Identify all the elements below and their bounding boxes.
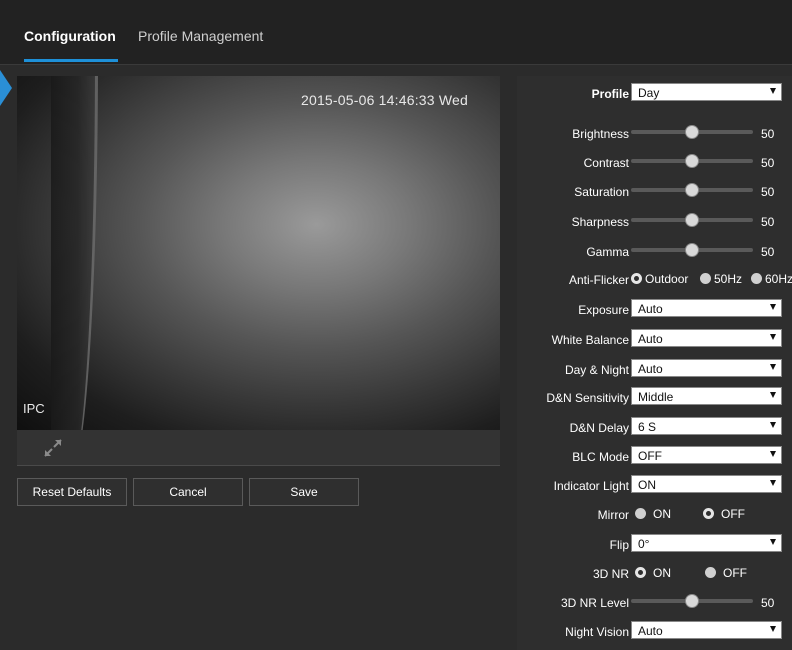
row-dn-delay: D&N Delay 6 S	[517, 417, 792, 439]
cancel-button[interactable]: Cancel	[133, 478, 243, 506]
row-day-night: Day & Night Auto	[517, 359, 792, 381]
brightness-slider[interactable]	[631, 125, 753, 139]
active-tab-indicator	[24, 59, 118, 62]
reset-defaults-button[interactable]: Reset Defaults	[17, 478, 127, 506]
dropdown-arrow-icon	[770, 334, 776, 340]
saturation-label: Saturation	[574, 185, 629, 199]
row-3d-nr-level: 3D NR Level 50	[517, 592, 792, 614]
contrast-label: Contrast	[583, 156, 629, 170]
radio-unselected-icon	[700, 273, 711, 284]
radio-selected-icon	[631, 273, 642, 284]
3d-nr-level-slider[interactable]	[631, 594, 753, 608]
row-blc-mode: BLC Mode OFF	[517, 446, 792, 468]
section-marker-icon	[0, 70, 12, 106]
row-white-balance: White Balance Auto	[517, 329, 792, 351]
dropdown-arrow-icon	[770, 451, 776, 457]
video-wall-edge	[51, 76, 98, 430]
row-sharpness: Sharpness 50	[517, 211, 792, 233]
flip-select[interactable]: 0°	[631, 534, 782, 552]
3d-nr-level-label: 3D NR Level	[560, 596, 629, 610]
exposure-label: Exposure	[578, 303, 629, 317]
row-flip: Flip 0°	[517, 534, 792, 556]
video-channel-label: IPC	[23, 401, 45, 416]
profile-select[interactable]: Day	[631, 83, 782, 101]
dropdown-arrow-icon	[770, 539, 776, 545]
gamma-label: Gamma	[586, 245, 629, 259]
radio-unselected-icon	[635, 508, 646, 519]
dropdown-arrow-icon	[770, 626, 776, 632]
saturation-value: 50	[761, 185, 775, 199]
slider-thumb[interactable]	[685, 125, 699, 139]
radio-selected-icon	[635, 567, 646, 578]
row-3d-nr: 3D NR ON OFF	[592, 566, 747, 581]
row-profile: Profile Day	[517, 83, 792, 105]
radio-selected-icon	[703, 508, 714, 519]
dropdown-arrow-icon	[770, 392, 776, 398]
contrast-slider[interactable]	[631, 154, 753, 168]
slider-thumb[interactable]	[685, 183, 699, 197]
row-gamma: Gamma 50	[517, 241, 792, 263]
white-balance-select[interactable]: Auto	[631, 329, 782, 347]
row-saturation: Saturation 50	[517, 181, 792, 203]
blc-mode-label: BLC Mode	[572, 450, 629, 464]
white-balance-label: White Balance	[551, 333, 629, 347]
day-night-label: Day & Night	[564, 363, 629, 377]
flip-label: Flip	[609, 538, 629, 552]
row-night-vision: Night Vision Auto	[517, 621, 792, 643]
image-settings-panel: Profile Day Brightness 50 Contrast 50 Sa…	[517, 76, 792, 650]
tab-profile-management[interactable]: Profile Management	[138, 28, 263, 44]
row-mirror: Mirror ON OFF	[597, 507, 745, 522]
indicator-light-label: Indicator Light	[553, 479, 629, 493]
tab-configuration[interactable]: Configuration	[24, 28, 116, 44]
dropdown-arrow-icon	[770, 88, 776, 94]
video-timestamp: 2015-05-06 14:46:33 Wed	[300, 92, 468, 108]
day-night-select[interactable]: Auto	[631, 359, 782, 377]
exposure-select[interactable]: Auto	[631, 299, 782, 317]
row-anti-flicker: Anti-Flicker Outdoor 50Hz 60Hz	[568, 272, 792, 287]
sharpness-value: 50	[761, 215, 775, 229]
dropdown-arrow-icon	[770, 480, 776, 486]
tab-bar: Configuration Profile Management	[0, 0, 792, 65]
profile-label: Profile	[591, 87, 629, 101]
slider-thumb[interactable]	[685, 154, 699, 168]
night-vision-label: Night Vision	[565, 625, 629, 639]
sharpness-label: Sharpness	[571, 215, 629, 229]
profile-value: Day	[638, 86, 660, 100]
row-contrast: Contrast 50	[517, 152, 792, 174]
dn-sensitivity-select[interactable]: Middle	[631, 387, 782, 405]
save-button[interactable]: Save	[249, 478, 359, 506]
mirror-label: Mirror	[597, 508, 629, 522]
indicator-light-select[interactable]: ON	[631, 475, 782, 493]
slider-thumb[interactable]	[685, 243, 699, 257]
brightness-label: Brightness	[572, 127, 629, 141]
dropdown-arrow-icon	[770, 304, 776, 310]
gamma-slider[interactable]	[631, 243, 753, 257]
row-exposure: Exposure Auto	[517, 299, 792, 321]
slider-thumb[interactable]	[685, 213, 699, 227]
dn-delay-label: D&N Delay	[569, 421, 629, 435]
row-dn-sensitivity: D&N Sensitivity Middle	[517, 387, 792, 409]
dn-sensitivity-label: D&N Sensitivity	[546, 391, 629, 405]
row-brightness: Brightness 50	[517, 123, 792, 145]
gamma-value: 50	[761, 245, 775, 259]
fullscreen-expand-icon[interactable]	[41, 436, 65, 460]
saturation-slider[interactable]	[631, 183, 753, 197]
live-video-preview: 2015-05-06 14:46:33 Wed IPC	[17, 76, 500, 430]
blc-mode-select[interactable]: OFF	[631, 446, 782, 464]
contrast-value: 50	[761, 156, 775, 170]
dropdown-arrow-icon	[770, 422, 776, 428]
row-indicator-light: Indicator Light ON	[517, 475, 792, 497]
video-toolbar	[17, 430, 500, 466]
night-vision-select[interactable]: Auto	[631, 621, 782, 639]
slider-thumb[interactable]	[685, 594, 699, 608]
3d-nr-level-value: 50	[761, 596, 775, 610]
radio-unselected-icon	[705, 567, 716, 578]
brightness-value: 50	[761, 127, 775, 141]
dropdown-arrow-icon	[770, 364, 776, 370]
sharpness-slider[interactable]	[631, 213, 753, 227]
3d-nr-label: 3D NR	[592, 567, 629, 581]
anti-flicker-label: Anti-Flicker	[568, 273, 629, 287]
radio-unselected-icon	[751, 273, 762, 284]
dn-delay-select[interactable]: 6 S	[631, 417, 782, 435]
